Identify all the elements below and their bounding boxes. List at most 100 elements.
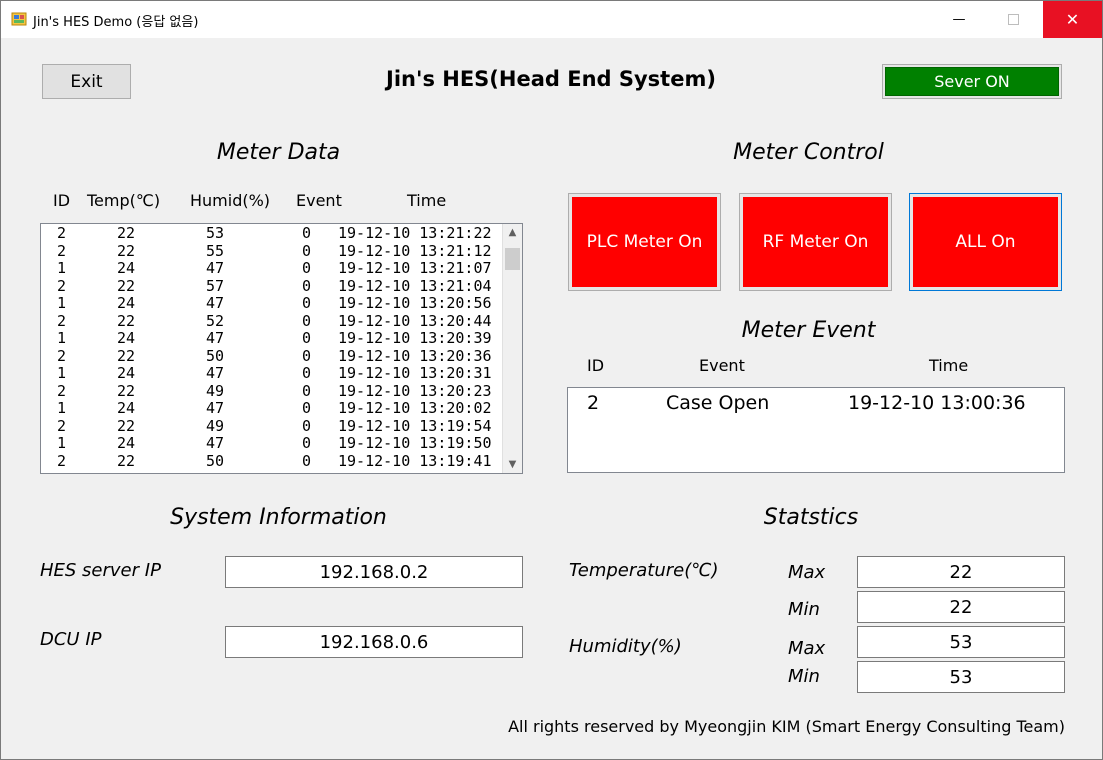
- row-temp: 22: [117, 451, 136, 470]
- row-temp: 24: [117, 259, 136, 277]
- row-id: 1: [57, 434, 67, 452]
- row-event: 0: [302, 451, 312, 470]
- row-id: 2: [57, 241, 67, 260]
- row-time: 19-12-10 13:21:07: [338, 259, 492, 277]
- row-event: 0: [302, 346, 312, 365]
- row-id: 2: [57, 276, 67, 295]
- close-button[interactable]: ✕: [1043, 1, 1102, 38]
- title-bar[interactable]: Jin's HES Demo (응답 없음) — ✕: [1, 1, 1102, 38]
- col-header-id: ID: [53, 191, 71, 210]
- maximize-icon: [1007, 14, 1019, 25]
- row-temp: 24: [117, 294, 136, 312]
- rf-meter-on-button[interactable]: RF Meter On: [739, 193, 892, 291]
- row-humid: 53: [206, 224, 225, 242]
- row-humid: 47: [206, 399, 225, 417]
- humid-min-label: Min: [788, 666, 820, 687]
- statistics-title: Statstics: [763, 505, 859, 530]
- maximize-button[interactable]: [990, 1, 1036, 38]
- list-item[interactable]: 1 24 47 0 19-12-10 13:20:31: [41, 366, 503, 384]
- row-time: 19-12-10 13:19:41: [338, 451, 492, 470]
- row-id: 1: [57, 294, 67, 312]
- row-time: 19-12-10 13:21:04: [338, 276, 492, 295]
- scroll-down-icon[interactable]: ▼: [503, 456, 522, 473]
- row-time: 19-12-10 13:21:12: [338, 241, 492, 260]
- meter-data-list[interactable]: 2 22 53 0 19-12-10 13:21:22 2 22 55 0 19-12-10 13…: [40, 223, 523, 474]
- row-temp: 22: [117, 416, 136, 435]
- row-event: 0: [302, 434, 312, 452]
- list-item[interactable]: 1 24 47 0 19-12-10 13:21:07: [41, 261, 503, 279]
- row-time: 19-12-10 13:20:36: [338, 346, 492, 365]
- row-time: 19-12-10 13:20:31: [338, 364, 492, 382]
- list-item[interactable]: 1 24 47 0 19-12-10 13:19:50: [41, 436, 503, 454]
- temp-min-field[interactable]: 22: [857, 591, 1065, 623]
- row-temp: 24: [117, 364, 136, 382]
- row-humid: 55: [206, 241, 225, 260]
- row-time: 19-12-10 13:20:56: [338, 294, 492, 312]
- event-id: 2: [587, 392, 600, 414]
- row-humid: 47: [206, 329, 225, 347]
- row-humid: 47: [206, 259, 225, 277]
- meter-event-list[interactable]: 2 Case Open 19-12-10 13:00:36: [567, 387, 1065, 473]
- row-temp: 22: [117, 346, 136, 365]
- list-item[interactable]: 2 22 50 0 19-12-10 13:19:41: [41, 451, 503, 472]
- event-col-header-id: ID: [587, 356, 605, 375]
- row-time: 19-12-10 13:20:02: [338, 399, 492, 417]
- row-id: 1: [57, 329, 67, 347]
- plc-meter-on-button[interactable]: PLC Meter On: [568, 193, 721, 291]
- list-item[interactable]: 1 24 47 0 19-12-10 13:20:02: [41, 401, 503, 419]
- humid-min-field[interactable]: 53: [857, 661, 1065, 693]
- row-event: 0: [302, 329, 312, 347]
- row-id: 2: [57, 451, 67, 470]
- row-humid: 49: [206, 381, 225, 400]
- list-item[interactable]: 2 22 53 0 19-12-10 13:21:22: [41, 226, 503, 244]
- app-window: Jin's HES Demo (응답 없음) — ✕ Exit Jin's HE…: [0, 0, 1103, 760]
- list-item[interactable]: 2 Case Open 19-12-10 13:00:36: [568, 388, 1064, 414]
- all-on-button[interactable]: ALL On: [909, 193, 1062, 291]
- row-event: 0: [302, 416, 312, 435]
- row-temp: 24: [117, 399, 136, 417]
- humid-max-field[interactable]: 53: [857, 626, 1065, 658]
- humidity-label: Humidity(%): [569, 636, 682, 657]
- row-temp: 22: [117, 381, 136, 400]
- temp-max-field[interactable]: 22: [857, 556, 1065, 588]
- scroll-thumb[interactable]: [505, 248, 520, 270]
- scroll-up-icon[interactable]: ▲: [503, 224, 522, 241]
- close-icon: ✕: [1065, 10, 1080, 29]
- list-item[interactable]: 1 24 47 0 19-12-10 13:20:56: [41, 296, 503, 314]
- dcu-ip-label: DCU IP: [40, 629, 102, 650]
- row-id: 2: [57, 311, 67, 330]
- row-temp: 24: [117, 329, 136, 347]
- hes-server-ip-field[interactable]: 192.168.0.2: [225, 556, 523, 588]
- system-info-title: System Information: [170, 505, 387, 530]
- row-humid: 50: [206, 346, 225, 365]
- row-id: 2: [57, 346, 67, 365]
- row-temp: 22: [117, 276, 136, 295]
- row-temp: 24: [117, 434, 136, 452]
- event-col-header-time: Time: [929, 356, 969, 375]
- meter-data-rows: 2 22 53 0 19-12-10 13:21:22 2 22 55 0 19-12-10 13…: [41, 226, 503, 471]
- row-id: 2: [57, 381, 67, 400]
- row-id: 1: [57, 259, 67, 277]
- row-temp: 22: [117, 241, 136, 260]
- exit-button[interactable]: Exit: [42, 64, 131, 99]
- meter-data-scrollbar[interactable]: ▲ ▼: [502, 224, 522, 473]
- row-temp: 22: [117, 311, 136, 330]
- row-event: 0: [302, 311, 312, 330]
- row-time: 19-12-10 13:21:22: [338, 224, 492, 242]
- row-event: 0: [302, 399, 312, 417]
- server-status-button[interactable]: Sever ON: [882, 64, 1062, 99]
- list-item[interactable]: 1 24 47 0 19-12-10 13:20:39: [41, 331, 503, 349]
- server-status-label: Sever ON: [885, 67, 1059, 96]
- meter-data-title: Meter Data: [216, 140, 341, 165]
- row-temp: 22: [117, 224, 136, 242]
- minimize-button[interactable]: —: [936, 1, 982, 38]
- app-icon: [11, 12, 27, 26]
- row-event: 0: [302, 241, 312, 260]
- footer-copyright: All rights reserved by Myeongjin KIM (Sm…: [508, 717, 1065, 736]
- dcu-ip-field[interactable]: 192.168.0.6: [225, 626, 523, 658]
- row-humid: 47: [206, 294, 225, 312]
- row-event: 0: [302, 259, 312, 277]
- col-header-event: Event: [296, 191, 342, 210]
- row-time: 19-12-10 13:19:54: [338, 416, 492, 435]
- row-humid: 47: [206, 434, 225, 452]
